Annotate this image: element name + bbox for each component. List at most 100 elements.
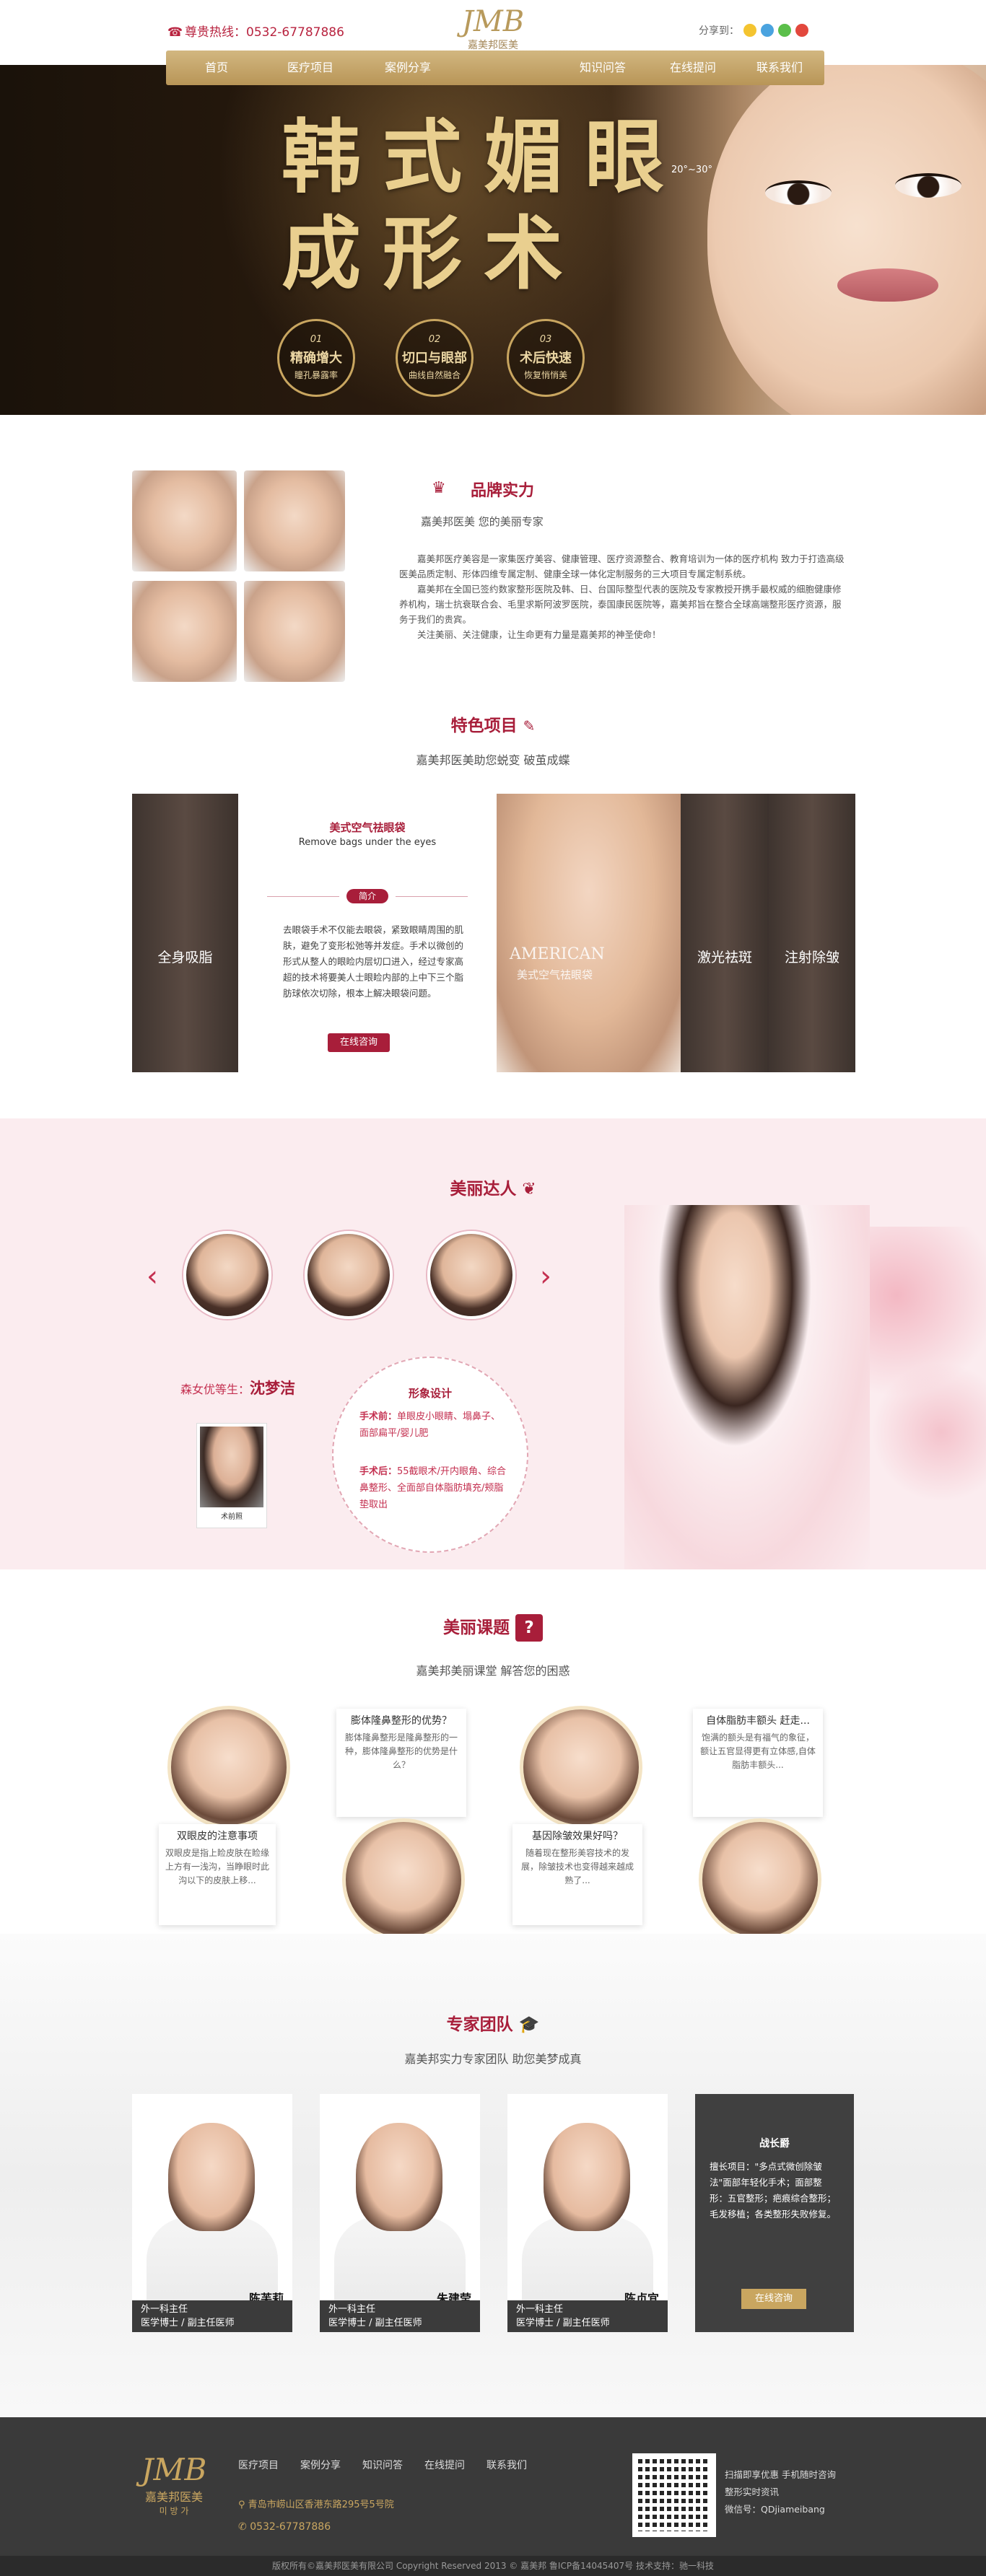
brand-paragraph: 嘉美邦医疗美容是一家集医疗美容、健康管理、医疗资源整合、教育培训为一体的医疗机构… <box>399 553 845 579</box>
lesson-card-2[interactable]: 膨体隆鼻整形的优势？ 膨体隆鼻整形是隆鼻整形的一种，膨体隆鼻整形的优势是什么？ <box>336 1709 466 1817</box>
qr-line: 扫描即享优惠 手机随时咨询 <box>725 2469 836 2480</box>
logo-mark: JMB <box>461 5 525 38</box>
case-name: 沈梦洁 <box>250 1380 296 1397</box>
footer-address: ⚲ 青岛市崂山区香港东路295号5号院 <box>238 2497 394 2510</box>
nav-cases[interactable]: 案例分享 <box>361 51 455 85</box>
doctor-title: 医学博士 / 副主任医师 <box>516 2318 610 2329</box>
feature-image: AMERICAN 美式空气祛眼袋 <box>497 794 681 1072</box>
feature-card-title: 美式空气祛眼袋 <box>329 821 406 834</box>
leader-card[interactable]: 战长爵 擅长项目："多点式微创除皱法"面部年轻化手术；面部整形：五官整形；疤痕综… <box>695 2094 854 2332</box>
doctor-photo <box>544 2123 630 2231</box>
feature-liposuction[interactable]: 全身吸脂 <box>132 794 238 1072</box>
feature-label: 激光祛斑 <box>697 950 752 965</box>
feature-injection[interactable]: 注射除皱 <box>769 794 855 1072</box>
location-icon: ⚲ <box>238 2500 245 2510</box>
nav-projects[interactable]: 医疗项目 <box>260 51 361 85</box>
footer-phone-text[interactable]: 0532-67787886 <box>250 2521 331 2533</box>
brand-title: 品牌实力 <box>471 482 535 500</box>
case-avatar-2[interactable] <box>305 1231 393 1319</box>
lesson-photo-2[interactable] <box>342 1818 465 1941</box>
badge-desc: 瞳孔暴露率 <box>294 370 338 380</box>
lesson-photo-1[interactable] <box>167 1706 290 1828</box>
doctor-info: 外一科主任医学博士 / 副主任医师 <box>320 2300 480 2332</box>
footer-link[interactable]: 医疗项目 <box>238 2458 279 2472</box>
brand-paragraph: 嘉美邦在全国已签约数家整形医院及韩、日、台国际整型代表的医院及专家教授开携手最权… <box>399 584 842 625</box>
lesson-card-1[interactable]: 双眼皮的注意事项 双眼皮是指上睑皮肤在睑缘上方有一浅沟，当睁眼时此沟以下的皮肤上移… <box>159 1824 276 1925</box>
footer-link[interactable]: 在线提问 <box>424 2458 465 2472</box>
leader-consult-button[interactable]: 在线咨询 <box>741 2289 806 2309</box>
hero-badge-1: 01 精确增大 瞳孔暴露率 <box>277 319 355 397</box>
wechat-share-icon[interactable] <box>778 24 791 37</box>
before-label: 手术前： <box>359 1411 398 1422</box>
page: ☎ 尊贵热线：0532-67787886 JMB 嘉美邦医美 分享到： 首页 医疗… <box>0 0 986 2576</box>
feature-laser[interactable]: 激光祛斑 <box>681 794 769 1072</box>
doctor-photo <box>356 2123 442 2231</box>
doctor-card-2[interactable]: 朱建莹 外一科主任 医学博士 / 副主任医师 <box>320 2094 480 2332</box>
nav-home[interactable]: 首页 <box>180 51 253 85</box>
hero-eye-right <box>895 173 961 198</box>
lesson-photo-4[interactable] <box>699 1818 821 1941</box>
graduation-cap-icon: 🎓 <box>518 2015 540 2034</box>
lesson-title: 膨体隆鼻整形的优势？ <box>351 1715 452 1727</box>
lesson-card-4[interactable]: 自体脂肪丰额头 赶走... 饱满的额头是有福气的象征，额让五官显得更有立体感,自体… <box>693 1709 823 1817</box>
features-subtitle: 嘉美邦医美助您蜕变 破茧成蝶 <box>416 753 570 767</box>
lesson-photo-3[interactable] <box>520 1706 642 1828</box>
case-name-line: 森女优等生：沈梦洁 <box>180 1377 295 1398</box>
copyright: 版权所有©嘉美邦医美有限公司 Copyright Reserved 2013 ©… <box>0 2556 986 2576</box>
logo[interactable]: JMB 嘉美邦医美 <box>455 6 531 52</box>
case-avatar-3[interactable] <box>427 1231 515 1319</box>
footer-link[interactable]: 知识问答 <box>362 2458 403 2472</box>
doctor-dept: 外一科主任 <box>328 2304 376 2315</box>
qr-line: 整形实时资讯 <box>725 2487 780 2497</box>
nav-ask[interactable]: 在线提问 <box>650 51 736 85</box>
features-title: 特色项目 ✎ <box>421 711 565 736</box>
prev-arrow-icon[interactable]: ‹ <box>147 1260 158 1293</box>
doctor-photo <box>168 2123 255 2231</box>
hero-eye-left <box>765 180 832 205</box>
lesson-card-3[interactable]: 基因除皱效果好吗？ 随着现在整形美容技术的发展，除皱技术也变得越来越成熟了... <box>512 1824 642 1925</box>
qq-share-icon[interactable] <box>761 24 774 37</box>
beauty-model <box>624 1205 870 1569</box>
hotline: ☎ 尊贵热线：0532-67787886 <box>167 22 344 40</box>
case-prefix: 森女优等生： <box>180 1383 250 1396</box>
badge-desc: 恢复悄悄美 <box>523 370 567 380</box>
logo-name: 嘉美邦医美 <box>468 40 518 51</box>
doctor-card-3[interactable]: 陈贞宜 外一科主任 医学博士 / 副主任医师 <box>507 2094 668 2332</box>
doctor-title: 医学博士 / 副主任医师 <box>141 2318 235 2329</box>
footer-address-text: 青岛市崂山区香港东路295号5号院 <box>248 2500 394 2510</box>
weibo-share-icon[interactable] <box>795 24 808 37</box>
hotline-number[interactable]: 0532-67787886 <box>246 25 344 40</box>
team-subtitle: 嘉美邦实力专家团队 助您美梦成真 <box>404 2052 582 2066</box>
beauty-title: 美丽达人 ❦ <box>421 1175 565 1199</box>
case-avatar-1[interactable] <box>183 1231 271 1319</box>
classroom-subtitle: 嘉美邦美丽课堂 解答您的困惑 <box>416 1664 570 1678</box>
brand-photo-2 <box>244 470 345 571</box>
hero-angle: 20°~30° <box>671 165 712 175</box>
lesson-text: 随着现在整形美容技术的发展，除皱技术也变得越来越成熟了... <box>520 1848 634 1885</box>
badge-title: 切口与眼部 <box>402 351 467 366</box>
next-arrow-icon[interactable]: › <box>540 1260 551 1293</box>
classroom-title-text: 美丽课题 <box>442 1618 510 1637</box>
nav-contact[interactable]: 联系我们 <box>736 51 823 85</box>
footer-logo[interactable]: JMB 嘉美邦医美 미 방 가 <box>134 2452 214 2517</box>
footer-link[interactable]: 联系我们 <box>487 2458 527 2472</box>
share-bar: 分享到： <box>699 23 808 38</box>
beauty-title-text: 美丽达人 <box>450 1180 517 1199</box>
case-thumbnail[interactable]: 术前照 <box>196 1423 267 1528</box>
leader-name: 战长爵 <box>759 2138 790 2150</box>
lesson-title: 基因除皱效果好吗？ <box>532 1831 623 1842</box>
doctor-title: 医学博士 / 副主任医师 <box>328 2318 422 2329</box>
nav-qa[interactable]: 知识问答 <box>556 51 650 85</box>
hero-title-line2: 成形术 <box>282 207 585 300</box>
doctor-card-1[interactable]: 陈芙莉 外一科主任 医学博士 / 副主任医师 <box>132 2094 292 2332</box>
brand-photo-3 <box>132 581 237 682</box>
qzone-share-icon[interactable] <box>743 24 756 37</box>
feature-card-text: 去眼袋手术不仅能去眼袋，紧致眼睛周围的肌肤，避免了变形松弛等并发症。手术以微创的… <box>283 924 464 999</box>
consult-button[interactable]: 在线咨询 <box>328 1033 390 1052</box>
design-before: 手术前：单眼皮小眼睛、塌鼻子、面部扁平/婴儿肥 <box>359 1409 508 1442</box>
footer-link[interactable]: 案例分享 <box>300 2458 341 2472</box>
team-title: 专家团队 🎓 <box>421 2010 565 2035</box>
lesson-text: 双眼皮是指上睑皮肤在睑缘上方有一浅沟，当睁眼时此沟以下的皮肤上移... <box>165 1848 269 1885</box>
qr-caption: 扫描即享优惠 手机随时咨询 整形实时资讯 微信号：QDjiameibang <box>725 2466 836 2518</box>
main-nav: 首页 医疗项目 案例分享 知识问答 在线提问 联系我们 <box>166 51 824 85</box>
